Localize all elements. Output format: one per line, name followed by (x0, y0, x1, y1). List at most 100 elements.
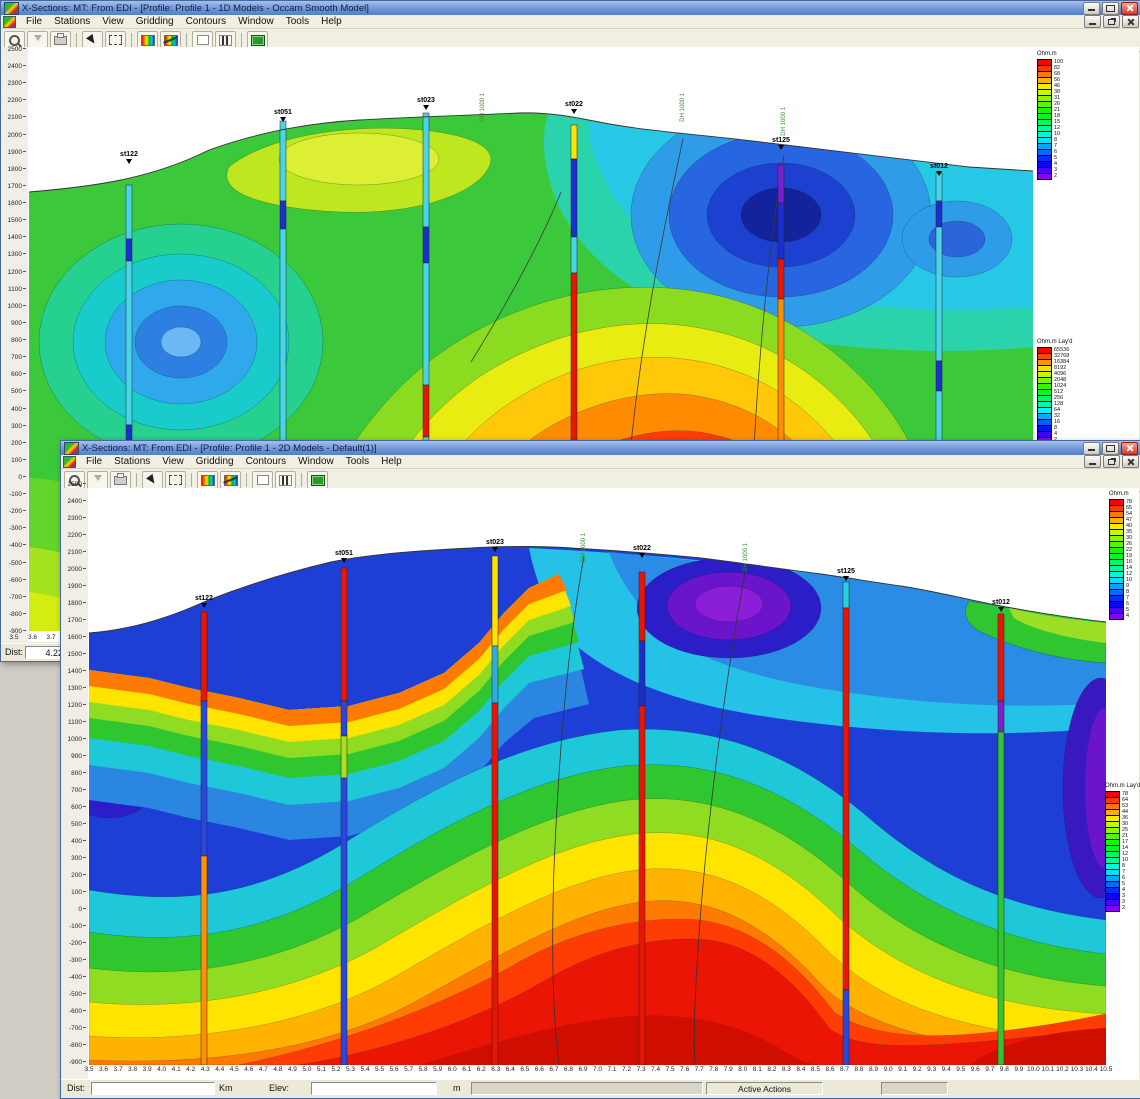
elevation-tick-label: 1500 (68, 651, 86, 658)
borehole-label: DH 1000 1 (680, 93, 686, 122)
maximize-icon[interactable] (1102, 2, 1119, 15)
borehole-label: DH 1000 1 (781, 107, 787, 136)
child-restore-icon[interactable] (1103, 15, 1120, 28)
station-st125[interactable]: st125 (837, 568, 855, 581)
station-marker-icon (843, 576, 849, 581)
station-st051[interactable]: st051 (335, 550, 353, 563)
menu-gridding[interactable]: Gridding (130, 15, 180, 28)
child-window-icon[interactable] (63, 456, 76, 468)
close-icon[interactable] (1121, 442, 1138, 455)
dist-field[interactable] (91, 1082, 215, 1095)
toolbar-select-button[interactable] (165, 471, 186, 489)
elevation-tick-label: -800 (9, 611, 26, 618)
menu-view[interactable]: View (156, 455, 190, 468)
toolbar-blank-button[interactable] (252, 471, 273, 489)
distance-tick-label: 7.3 (637, 1066, 646, 1073)
elevation-tick-label: -600 (9, 577, 26, 584)
menu-stations[interactable]: Stations (48, 15, 96, 28)
toolbar-pointer-button[interactable] (142, 471, 163, 489)
menu-gridding[interactable]: Gridding (190, 455, 240, 468)
legend-title: Ohm.m (1109, 491, 1132, 497)
elevation-tick-label: -600 (69, 1008, 86, 1015)
station-st022[interactable]: st022 (633, 545, 651, 558)
progress-panel (471, 1082, 703, 1095)
child-minimize-icon[interactable] (1084, 455, 1101, 468)
distance-tick-label: 7.9 (724, 1066, 733, 1073)
child-restore-icon[interactable] (1103, 455, 1120, 468)
station-label: st012 (930, 163, 948, 170)
station-st023[interactable]: st023 (417, 97, 435, 110)
menu-help[interactable]: Help (375, 455, 408, 468)
child-window-icon[interactable] (3, 16, 16, 28)
cross-section-canvas-2d[interactable]: 2500240023002200210020001900180017001600… (61, 488, 1139, 1079)
print-icon (54, 36, 67, 45)
child-close-icon[interactable] (1122, 455, 1139, 468)
elevation-tick-label: 600 (11, 371, 26, 378)
station-st051[interactable]: st051 (274, 109, 292, 122)
menu-help[interactable]: Help (315, 15, 348, 28)
station-label: st051 (274, 109, 292, 116)
toolbar-colors-button[interactable] (197, 471, 218, 489)
menu-tools[interactable]: Tools (280, 15, 315, 28)
elevation-tick-label: 1100 (68, 719, 86, 726)
minimize-icon[interactable] (1083, 2, 1100, 15)
station-st022[interactable]: st022 (565, 101, 583, 114)
station-st125[interactable]: st125 (772, 137, 790, 150)
elevation-tick-label: 1500 (8, 217, 26, 224)
menu-window[interactable]: Window (292, 455, 340, 468)
menu-tools[interactable]: Tools (340, 455, 375, 468)
elevation-tick-label: 200 (71, 872, 86, 879)
distance-tick-label: 4.4 (215, 1066, 224, 1073)
station-st012[interactable]: st012 (992, 599, 1010, 612)
toolbar-screen-button[interactable] (307, 471, 328, 489)
titlebar[interactable]: X-Sections: MT: From EDI - [Profile: Pro… (1, 1, 1140, 15)
resistivity-section-2d[interactable] (89, 488, 1106, 1065)
station-st023[interactable]: st023 (486, 539, 504, 552)
elev-field[interactable] (311, 1082, 437, 1095)
elevation-tick-label: 1700 (8, 183, 26, 190)
menu-contours[interactable]: Contours (180, 15, 233, 28)
minimize-icon[interactable] (1083, 442, 1100, 455)
station-marker-icon (126, 159, 132, 164)
distance-tick-label: 3.7 (114, 1066, 123, 1073)
close-icon[interactable] (1121, 2, 1138, 15)
blank-icon (197, 35, 209, 45)
distance-tick-label: 8.6 (825, 1066, 834, 1073)
elevation-tick-label: 200 (11, 440, 26, 447)
toolbar-arrow-button[interactable] (87, 471, 108, 489)
toolbar-separator (191, 473, 192, 487)
titlebar[interactable]: X-Sections: MT: From EDI - [Profile: Pro… (61, 441, 1140, 455)
toolbar-separator (131, 33, 132, 47)
child-minimize-icon[interactable] (1084, 15, 1101, 28)
distance-tick-label: 9.3 (927, 1066, 936, 1073)
station-st122[interactable]: st122 (195, 595, 213, 608)
station-st122[interactable]: st122 (120, 151, 138, 164)
distance-tick-label: 10.1 (1042, 1066, 1055, 1073)
toolbar-print-button[interactable] (110, 471, 131, 489)
child-close-icon[interactable] (1122, 15, 1139, 28)
distance-tick-label: 6.8 (564, 1066, 573, 1073)
distance-tick-label: 5.4 (361, 1066, 370, 1073)
toolbar-colors-off-button[interactable] (220, 471, 241, 489)
menu-file[interactable]: File (20, 15, 48, 28)
menu-file[interactable]: File (80, 455, 108, 468)
station-st012[interactable]: st012 (930, 163, 948, 176)
elevation-tick-label: 900 (71, 753, 86, 760)
legend-title: Ohm.m Lay'd (1105, 783, 1140, 789)
menu-stations[interactable]: Stations (108, 455, 156, 468)
menu-window[interactable]: Window (232, 15, 280, 28)
toolbar-pair-button[interactable] (275, 471, 296, 489)
elevation-tick-label: 1000 (8, 303, 26, 310)
maximize-icon[interactable] (1102, 442, 1119, 455)
elevation-tick-label: 1300 (68, 685, 86, 692)
app-icon (64, 442, 79, 455)
elevation-tick-label: 1700 (68, 617, 86, 624)
elevation-tick-label: 600 (71, 804, 86, 811)
menu-contours[interactable]: Contours (240, 455, 293, 468)
elevation-tick-label: 400 (11, 406, 26, 413)
menu-view[interactable]: View (96, 15, 130, 28)
toolbar-separator (136, 473, 137, 487)
station-label: st125 (837, 568, 855, 575)
arrow-icon (34, 35, 42, 45)
distance-tick-label: 8.2 (767, 1066, 776, 1073)
